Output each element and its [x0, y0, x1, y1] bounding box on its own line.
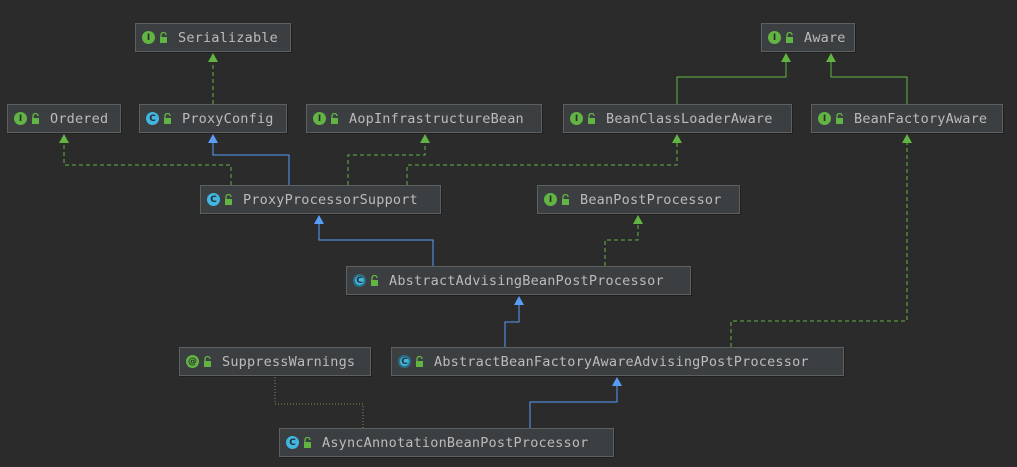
node-abstractadvisingbeanpostprocessor[interactable]: C AbstractAdvisingBeanPostProcessor [346, 266, 691, 295]
node-label: BeanFactoryAware [854, 110, 988, 127]
lock-open-icon [160, 32, 167, 43]
lock-open-icon [304, 437, 311, 448]
edge-beanfactoryaware-aware [826, 53, 908, 104]
annotation-icon: @ [186, 355, 199, 368]
interface-icon: I [570, 112, 583, 125]
node-proxyprocessorsupport[interactable]: C ProxyProcessorSupport [200, 185, 441, 214]
lock-open-icon [371, 275, 378, 286]
lock-open-icon [836, 113, 843, 124]
edge-abstractadvising-proxyprocessorsupport [314, 215, 434, 266]
class-icon: C [286, 436, 299, 449]
node-label: AopInfrastructureBean [349, 110, 524, 127]
lock-open-icon [32, 113, 39, 124]
node-label: Ordered [50, 110, 109, 127]
interface-icon: I [313, 112, 326, 125]
node-aopinfrastructurebean[interactable]: I AopInfrastructureBean [306, 104, 542, 133]
edge-abstractbeanfactoryaware-beanfactoryaware [730, 134, 912, 347]
node-suppresswarnings[interactable]: @ SuppressWarnings [179, 347, 371, 376]
node-proxyconfig[interactable]: C ProxyConfig [139, 104, 287, 133]
node-label: BeanClassLoaderAware [606, 110, 773, 127]
edge-proxyprocessorsupport-proxyconfig [208, 134, 290, 185]
abstract-class-icon: C [353, 274, 366, 287]
lock-open-icon [331, 113, 338, 124]
edge-proxyprocessorsupport-ordered [59, 134, 232, 185]
edge-abstractbeanfactoryaware-abstractadvising [504, 296, 524, 347]
interface-icon: I [768, 31, 781, 44]
lock-open-icon [588, 113, 595, 124]
edges-layer [59, 53, 912, 428]
node-asyncannotationbeanpostprocessor[interactable]: C AsyncAnnotationBeanPostProcessor [279, 428, 614, 457]
class-icon: C [207, 193, 220, 206]
node-label: AsyncAnnotationBeanPostProcessor [322, 434, 589, 451]
lock-open-icon [786, 32, 793, 43]
interface-icon: I [544, 193, 557, 206]
interface-icon: I [14, 112, 27, 125]
node-label: Serializable [178, 29, 278, 46]
edge-proxyprocessorsupport-beanclassloaderaware [406, 134, 682, 185]
lock-open-icon [164, 113, 171, 124]
node-label: ProxyProcessorSupport [243, 191, 418, 208]
diagram-canvas: I Serializable I Aware I Ordered C Proxy… [0, 0, 1017, 467]
abstract-class-icon: C [398, 355, 411, 368]
edge-asyncannotation-suppresswarnings [274, 377, 364, 428]
class-icon: C [146, 112, 159, 125]
node-abstractbeanfactoryawareadvisingpostprocessor[interactable]: C AbstractBeanFactoryAwareAdvisingPostPr… [391, 347, 844, 376]
node-ordered[interactable]: I Ordered [7, 104, 121, 133]
edge-abstractadvising-beanpostprocessor [604, 215, 643, 266]
node-label: ProxyConfig [182, 110, 274, 127]
lock-open-icon [562, 194, 569, 205]
node-serializable[interactable]: I Serializable [135, 23, 291, 52]
interface-icon: I [142, 31, 155, 44]
node-aware[interactable]: I Aware [761, 23, 855, 52]
edge-proxyprocessorsupport-aopinfra [347, 134, 430, 185]
node-label: SuppressWarnings [222, 353, 356, 370]
lock-open-icon [416, 356, 423, 367]
edge-proxyconfig-serializable [208, 53, 218, 104]
node-beanfactoryaware[interactable]: I BeanFactoryAware [811, 104, 1003, 133]
edge-asyncannotation-abstractbeanfactoryaware [529, 377, 622, 428]
node-label: BeanPostProcessor [580, 191, 722, 208]
node-label: AbstractBeanFactoryAwareAdvisingPostProc… [434, 353, 809, 370]
node-label: Aware [804, 29, 846, 46]
lock-open-icon [204, 356, 211, 367]
edge-beanclassloaderaware-aware [676, 53, 791, 104]
lock-open-icon [225, 194, 232, 205]
node-beanpostprocessor[interactable]: I BeanPostProcessor [537, 185, 740, 214]
interface-icon: I [818, 112, 831, 125]
node-beanclassloaderaware[interactable]: I BeanClassLoaderAware [563, 104, 792, 133]
node-label: AbstractAdvisingBeanPostProcessor [389, 272, 664, 289]
